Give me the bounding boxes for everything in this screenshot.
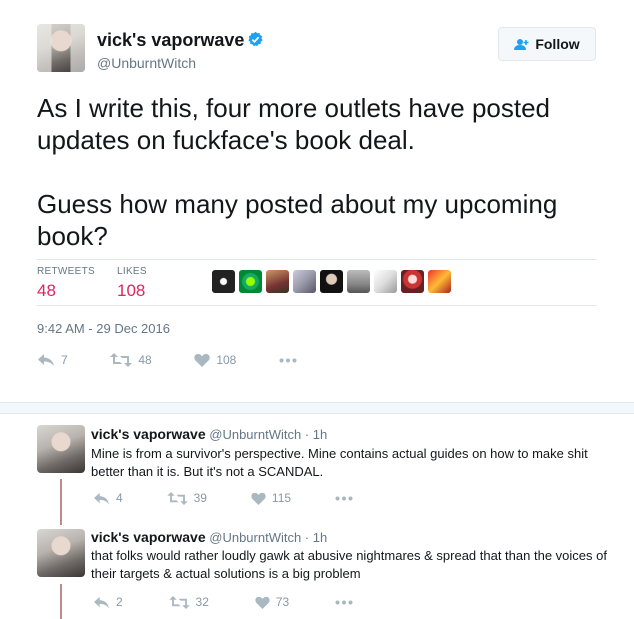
reply-button[interactable]: 4 bbox=[93, 491, 123, 505]
heart-icon bbox=[255, 596, 270, 609]
reply-icon bbox=[94, 596, 109, 608]
author-name-row[interactable]: vick's vaporwave bbox=[97, 30, 264, 51]
retweets-count[interactable]: 48 bbox=[37, 281, 56, 301]
reply-author-name[interactable]: vick's vaporwave bbox=[91, 529, 206, 545]
author-avatar[interactable] bbox=[37, 24, 85, 72]
liker-avatar[interactable] bbox=[212, 270, 235, 293]
divider bbox=[37, 305, 597, 306]
liker-avatar[interactable] bbox=[347, 270, 370, 293]
tweet-timestamp[interactable]: 9:42 AM - 29 Dec 2016 bbox=[37, 321, 170, 336]
liker-avatar[interactable] bbox=[374, 270, 397, 293]
reply-button[interactable]: 2 bbox=[93, 595, 123, 609]
reply-icon bbox=[38, 354, 54, 366]
liker-avatars bbox=[212, 270, 451, 293]
reply-button[interactable]: 7 bbox=[37, 353, 68, 367]
reply-icon bbox=[94, 492, 109, 504]
retweet-icon bbox=[110, 353, 133, 367]
reply-meta[interactable]: @UnburntWitch · 1h bbox=[209, 530, 327, 545]
like-button[interactable]: 115 bbox=[251, 491, 291, 505]
follow-label: Follow bbox=[535, 36, 580, 52]
verified-badge-icon bbox=[248, 31, 264, 47]
heart-icon bbox=[251, 492, 266, 505]
tweet-text: As I write this, four more outlets have … bbox=[37, 93, 558, 251]
reply-meta[interactable]: @UnburntWitch · 1h bbox=[209, 427, 327, 442]
like-button[interactable]: 108 bbox=[194, 353, 236, 367]
retweet-button[interactable]: 39 bbox=[166, 491, 207, 505]
retweet-button[interactable]: 48 bbox=[110, 353, 152, 367]
liker-avatar[interactable] bbox=[320, 270, 343, 293]
retweets-label: RETWEETS bbox=[37, 266, 95, 277]
likes-label: LIKES bbox=[117, 266, 147, 277]
more-button[interactable] bbox=[279, 358, 297, 363]
retweet-icon bbox=[166, 491, 188, 505]
more-icon bbox=[279, 358, 297, 362]
more-button[interactable] bbox=[335, 600, 353, 605]
reply-tweet[interactable]: vick's vaporwave @UnburntWitch · 1h Mine… bbox=[0, 414, 634, 522]
divider bbox=[37, 259, 597, 260]
liker-avatar[interactable] bbox=[401, 270, 424, 293]
tweet-actions: 7 48 108 bbox=[37, 353, 297, 367]
reply-text: Mine is from a survivor's perspective. M… bbox=[91, 446, 588, 479]
follow-button[interactable]: Follow bbox=[498, 27, 596, 61]
author-name[interactable]: vick's vaporwave bbox=[97, 30, 244, 50]
main-tweet: vick's vaporwave @UnburntWitch Follow As… bbox=[0, 0, 634, 402]
reply-avatar[interactable] bbox=[37, 425, 85, 473]
reply-author-name[interactable]: vick's vaporwave bbox=[91, 426, 206, 442]
liker-avatar[interactable] bbox=[293, 270, 316, 293]
reply-actions: 2 32 73 bbox=[93, 595, 353, 609]
liker-avatar[interactable] bbox=[428, 270, 451, 293]
more-icon bbox=[335, 496, 353, 500]
likes-count[interactable]: 108 bbox=[117, 281, 145, 301]
section-divider bbox=[0, 402, 634, 414]
reply-header: vick's vaporwave @UnburntWitch · 1h bbox=[91, 426, 327, 442]
reply-text: that folks would rather loudly gawk at a… bbox=[91, 548, 607, 581]
heart-icon bbox=[194, 353, 210, 367]
retweet-icon bbox=[168, 595, 190, 609]
liker-avatar[interactable] bbox=[266, 270, 289, 293]
follow-user-icon bbox=[514, 38, 529, 50]
like-button[interactable]: 73 bbox=[255, 595, 289, 609]
reply-header: vick's vaporwave @UnburntWitch · 1h bbox=[91, 529, 327, 545]
reply-avatar[interactable] bbox=[37, 529, 85, 577]
retweet-button[interactable]: 32 bbox=[168, 595, 209, 609]
reply-actions: 4 39 115 bbox=[93, 491, 353, 505]
author-handle[interactable]: @UnburntWitch bbox=[97, 55, 196, 71]
liker-avatar[interactable] bbox=[239, 270, 262, 293]
more-button[interactable] bbox=[335, 496, 353, 501]
reply-tweet[interactable]: vick's vaporwave @UnburntWitch · 1h that… bbox=[0, 517, 634, 619]
more-icon bbox=[335, 600, 353, 604]
